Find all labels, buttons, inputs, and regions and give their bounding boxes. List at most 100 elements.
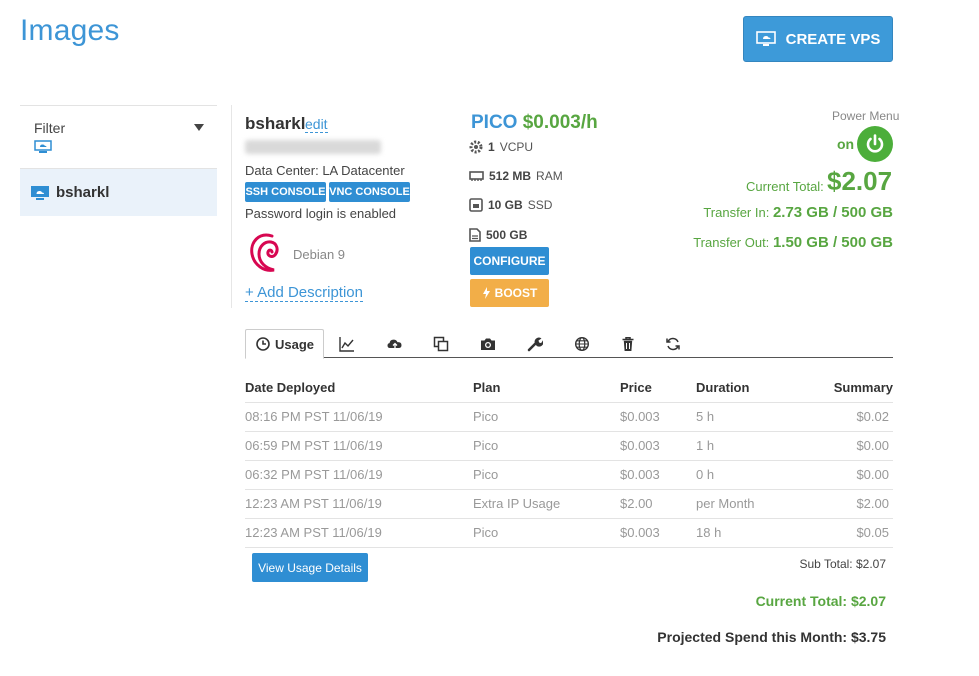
plan-name: PICO xyxy=(471,112,518,133)
tab-bar: Usage xyxy=(245,329,893,359)
boost-button[interactable]: BOOST xyxy=(470,279,549,307)
tab-reinstall[interactable] xyxy=(663,329,683,358)
transfer-in-label: Transfer In: xyxy=(703,205,770,220)
copy-icon xyxy=(433,336,449,351)
spec-ssd-value: 10 GB xyxy=(488,198,523,212)
tab-destroy[interactable] xyxy=(618,329,638,358)
cell-price: $0.003 xyxy=(620,402,696,432)
transfer-in-value: 2.73 GB / 500 GB xyxy=(772,204,893,221)
power-icon xyxy=(866,134,884,153)
divider xyxy=(231,105,232,308)
trash-icon xyxy=(622,336,634,351)
tab-usage-label: Usage xyxy=(274,336,315,352)
cell-date: 12:23 AM PST 11/06/19 xyxy=(245,518,473,548)
sidebar: Filter bsharkl xyxy=(20,105,217,216)
cell-duration: per Month xyxy=(696,489,806,519)
cell-summary: $2.00 xyxy=(806,489,893,519)
lightning-icon xyxy=(482,287,490,299)
page-title: Images xyxy=(20,14,120,47)
filter-dropdown[interactable]: Filter xyxy=(20,106,217,169)
tab-usage[interactable]: Usage xyxy=(245,329,324,359)
transfer-out: Transfer Out: 1.50 GB / 500 GB xyxy=(693,234,893,251)
ram-icon xyxy=(469,171,484,181)
cpu-gear-icon xyxy=(469,140,483,154)
cell-plan: Pico xyxy=(473,518,620,548)
wrench-icon xyxy=(527,337,543,351)
create-vps-button[interactable]: CREATE VPS xyxy=(743,16,893,62)
edit-link[interactable]: edit xyxy=(305,116,328,133)
globe-icon xyxy=(574,336,590,351)
column-header: Plan xyxy=(473,374,620,403)
chevron-down-icon xyxy=(194,124,204,131)
current-total-label: Current Total: xyxy=(746,179,824,194)
column-header: Price xyxy=(620,374,696,403)
spec-ram-value: 512 MB xyxy=(489,169,532,183)
spec-ram-unit: RAM xyxy=(536,169,563,183)
monitor-cloud-icon xyxy=(31,185,49,200)
camera-icon xyxy=(481,338,495,350)
tab-graphs[interactable] xyxy=(337,329,357,358)
tab-backups[interactable] xyxy=(385,329,405,358)
cell-date: 08:16 PM PST 11/06/19 xyxy=(245,402,473,432)
usage-table: Date Deployed Plan Price Duration Summar… xyxy=(245,374,893,548)
filter-label: Filter xyxy=(34,120,66,136)
transfer-in: Transfer In: 2.73 GB / 500 GB xyxy=(703,204,893,221)
view-usage-details-button[interactable]: View Usage Details xyxy=(252,553,368,582)
password-status: Password login is enabled xyxy=(245,206,397,221)
spec-vcpu-unit: VCPU xyxy=(499,140,534,154)
power-menu-label: Power Menu xyxy=(832,109,900,123)
spec-ram: 512 MB RAM xyxy=(469,169,563,183)
cell-plan: Pico xyxy=(473,460,620,490)
cell-duration: 18 h xyxy=(696,518,806,548)
cell-summary: $0.02 xyxy=(806,402,893,432)
column-header: Summary xyxy=(806,374,893,403)
data-center-label: Data Center: LA Datacenter xyxy=(245,163,405,178)
create-vps-label: CREATE VPS xyxy=(785,30,881,48)
table-row: 06:32 PM PST 11/06/19 Pico $0.003 0 h $0… xyxy=(245,460,893,490)
sidebar-item-label: bsharkl xyxy=(56,184,110,201)
cell-price: $0.003 xyxy=(620,518,696,548)
ssh-console-button[interactable]: SSH CONSOLE xyxy=(245,182,326,202)
cell-price: $0.003 xyxy=(620,460,696,490)
column-header: Duration xyxy=(696,374,806,403)
clock-icon xyxy=(256,337,270,351)
monitor-cloud-icon xyxy=(755,31,776,46)
power-state: on xyxy=(837,136,855,152)
tab-snapshots[interactable] xyxy=(478,329,498,358)
tab-settings[interactable] xyxy=(525,329,545,358)
cell-date: 06:32 PM PST 11/06/19 xyxy=(245,460,473,490)
add-description-link[interactable]: + Add Description xyxy=(245,284,363,302)
boost-label: BOOST xyxy=(494,286,538,300)
cloud-upload-icon xyxy=(387,339,402,348)
spec-ssd-unit: SSD xyxy=(527,198,553,212)
cell-date: 12:23 AM PST 11/06/19 xyxy=(245,489,473,519)
cell-price: $0.003 xyxy=(620,431,696,461)
sidebar-item-bsharkl[interactable]: bsharkl xyxy=(20,169,217,216)
spec-transfer-value: 500 GB xyxy=(486,228,528,242)
vnc-console-button[interactable]: VNC CONSOLE xyxy=(329,182,410,202)
cell-date: 06:59 PM PST 11/06/19 xyxy=(245,431,473,461)
cell-summary: $0.00 xyxy=(806,460,893,490)
plan-price: $0.003/h xyxy=(522,112,598,133)
os-name: Debian 9 xyxy=(293,247,346,262)
chart-icon xyxy=(339,336,354,352)
column-header: Date Deployed xyxy=(245,374,473,403)
cell-plan: Pico xyxy=(473,402,620,432)
table-header-row: Date Deployed Plan Price Duration Summar… xyxy=(245,374,893,403)
current-total-value: $2.07 xyxy=(827,166,893,196)
spec-vcpu: 1 VCPU xyxy=(469,140,533,154)
cell-summary: $0.05 xyxy=(806,518,893,548)
tab-clone[interactable] xyxy=(431,329,451,358)
refresh-icon xyxy=(666,337,680,350)
cell-duration: 1 h xyxy=(696,431,806,461)
power-button[interactable] xyxy=(857,126,893,162)
spec-transfer: 500 GB xyxy=(469,228,527,242)
configure-button[interactable]: CONFIGURE xyxy=(470,247,549,275)
sub-total: Sub Total: $2.07 xyxy=(799,557,886,571)
server-name: bsharkl xyxy=(245,114,306,133)
monitor-cloud-icon xyxy=(34,140,52,153)
debian-logo-icon xyxy=(250,233,279,272)
tab-network[interactable] xyxy=(572,329,592,358)
cell-summary: $0.00 xyxy=(806,431,893,461)
ssd-icon xyxy=(469,198,483,212)
